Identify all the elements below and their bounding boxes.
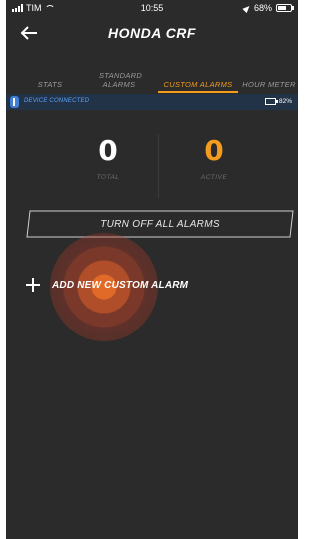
- turn-off-all-alarms-button[interactable]: TURN OFF ALL ALARMS: [26, 210, 294, 238]
- turn-off-all-alarms-label: TURN OFF ALL ALARMS: [100, 219, 220, 230]
- device-battery: 82%: [264, 98, 292, 105]
- add-custom-alarm-button[interactable]: ADD NEW CUSTOM ALARM: [22, 275, 282, 295]
- tab-stats[interactable]: STATS: [30, 80, 70, 89]
- device-battery-icon: [264, 98, 278, 105]
- tab-stats-label: STATS: [37, 80, 63, 89]
- add-custom-alarm-label: ADD NEW CUSTOM ALARM: [52, 280, 189, 291]
- tab-standard-alarms[interactable]: STANDARD ALARMS: [92, 71, 146, 89]
- location-icon: [242, 3, 252, 13]
- active-label: ACTIVE: [200, 174, 228, 181]
- total-label: TOTAL: [96, 174, 120, 181]
- plus-icon: [26, 278, 40, 292]
- tab-custom-alarms-label: CUSTOM ALARMS: [163, 80, 233, 89]
- header: HONDA CRF: [6, 16, 298, 50]
- active-count: 0: [204, 134, 224, 167]
- tab-bar: STATS STANDARD ALARMS CUSTOM ALARMS HOUR…: [6, 62, 298, 94]
- active-tab-indicator: [158, 91, 238, 93]
- tab-hour-meter-label: HOUR METER: [242, 80, 296, 89]
- tab-standard-alarms-label: STANDARD ALARMS: [99, 71, 143, 89]
- battery-percent: 68%: [253, 3, 272, 13]
- device-battery-percent: 82%: [278, 98, 292, 105]
- active-counter: 0 ACTIVE: [154, 134, 274, 182]
- tab-hour-meter[interactable]: HOUR METER: [240, 80, 298, 89]
- app-screen: TIM 10:55 68% HONDA CRF STATS STANDARD A…: [6, 0, 298, 539]
- total-count: 0: [98, 134, 118, 167]
- page-title: HONDA CRF: [108, 25, 196, 41]
- total-counter: 0 TOTAL: [48, 134, 168, 182]
- tab-custom-alarms[interactable]: CUSTOM ALARMS: [158, 80, 238, 93]
- status-right: 68%: [242, 3, 294, 13]
- bluetooth-icon: [10, 96, 19, 108]
- device-status-text: DEVICE CONNECTED: [24, 98, 90, 104]
- status-bar: TIM 10:55 68%: [6, 0, 298, 16]
- device-status-bar: DEVICE CONNECTED 82%: [6, 94, 298, 110]
- battery-icon: [276, 4, 294, 12]
